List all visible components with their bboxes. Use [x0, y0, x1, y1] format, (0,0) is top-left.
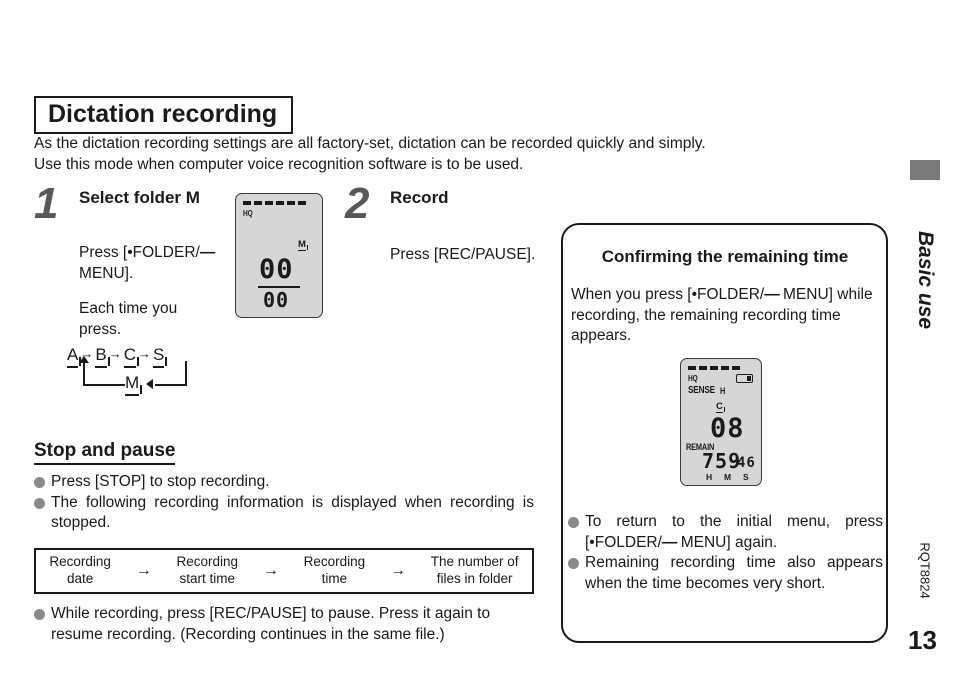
remaining-time-panel-paragraph: When you press [•FOLDER/— MENU] while re…: [571, 285, 881, 347]
lcd-remaining-hm: 759: [702, 449, 742, 473]
flow-cell-file-count: The number of files in folder: [429, 554, 521, 588]
intro-paragraph: As the dictation recording settings are …: [34, 133, 864, 176]
flow-cell-line: time: [321, 571, 348, 586]
lcd-sense-level: H: [720, 386, 726, 396]
step-1-number: 1: [34, 179, 59, 228]
flow-cell-line: Recording: [49, 554, 111, 570]
minus-glyph-icon: —: [199, 244, 215, 261]
lcd-secondary-digits: 00: [263, 288, 290, 312]
stop-and-pause-bullets: Press [STOP] to stop recording. The foll…: [34, 472, 534, 534]
flow-cell-line: date: [67, 571, 94, 586]
intro-line-1: As the dictation recording settings are …: [34, 135, 706, 152]
list-item: Press [STOP] to stop recording.: [34, 472, 534, 493]
folder-badge-s: S: [152, 345, 168, 368]
lcd-file-number: 08: [710, 413, 745, 444]
folder-badge-c: C: [123, 345, 140, 368]
lcd-display-remaining: HQ SENSE H C 08 REMAIN 759 46 H M S: [680, 358, 762, 486]
lcd-remaining-s: 46: [737, 455, 756, 471]
folder-badge-b: B: [95, 345, 111, 368]
lcd-folder-badge-c: C: [716, 401, 726, 413]
flow-arrow-icon: →: [135, 562, 152, 579]
flow-cell-recording-time: Recording time: [302, 554, 368, 588]
pause-bullets: While recording, press [REC/PAUSE] to pa…: [34, 604, 534, 645]
lcd-unit-m: M: [724, 472, 732, 482]
flow-cell-start-time: Recording start time: [175, 554, 241, 588]
remaining-time-panel-title: Confirming the remaining time: [601, 247, 849, 266]
loop-line-horizontal-right: [155, 384, 187, 386]
list-item: To return to the initial menu, press [•F…: [568, 512, 883, 553]
flow-cell-line: start time: [179, 571, 236, 586]
list-item: The following recording information is d…: [34, 493, 534, 534]
lcd-primary-digits: 00: [259, 254, 294, 285]
panel-bullet-1-post: MENU] again.: [676, 533, 778, 551]
flow-cell-line: files in folder: [436, 571, 513, 586]
section-tab-block: [910, 160, 940, 180]
flow-arrow-icon: →: [262, 562, 279, 579]
loop-line-left: [83, 361, 85, 386]
step-2-heading: Record: [390, 188, 449, 207]
flow-arrow-icon: →: [389, 562, 406, 579]
page-title: Dictation recording: [48, 100, 278, 128]
remaining-time-panel-bullets: To return to the initial menu, press [•F…: [568, 512, 883, 594]
lcd-unit-h: H: [706, 472, 713, 482]
manual-page: Dictation recording As the dictation rec…: [0, 0, 954, 677]
step-1-heading: Select folder M: [79, 188, 200, 207]
document-code-text: RQT8824: [917, 541, 933, 599]
step-2-instruction: Press [REC/PAUSE].: [390, 246, 536, 263]
lcd-unit-s: S: [743, 472, 749, 482]
loop-arrow-left-icon: [146, 379, 153, 389]
lcd-mode-label: HQ: [243, 209, 253, 218]
page-title-box: Dictation recording: [34, 96, 294, 135]
section-tab-title-text: Basic use: [914, 230, 937, 330]
minus-glyph-icon: —: [661, 533, 677, 551]
flow-cell-line: Recording: [176, 554, 239, 570]
folder-badge-a: A: [67, 345, 82, 368]
lcd-level-dashes-icon: [243, 201, 306, 205]
page-number: 13: [908, 625, 937, 655]
recording-info-flow-table: Recording date → Recording start time → …: [34, 548, 534, 594]
panel-paragraph-pre: When you press [•FOLDER/: [571, 286, 765, 303]
lcd-folder-badge-m: M: [298, 239, 309, 251]
step-1-instruction: Press [•FOLDER/— MENU].: [79, 243, 224, 284]
intro-line-2: Use this mode when computer voice recogn…: [34, 156, 524, 174]
section-tab-title: Basic use: [900, 195, 950, 365]
loop-arrow-up-icon: [79, 356, 89, 363]
lcd-level-dashes-icon: [688, 366, 740, 370]
step-2-number: 2: [345, 179, 370, 228]
minus-glyph-icon: —: [764, 286, 779, 303]
stop-and-pause-heading: Stop and pause: [34, 440, 176, 465]
step-1-instruction-pre: Press [•FOLDER/: [79, 244, 200, 261]
folder-badge-m: M: [125, 373, 143, 396]
lcd-display-step1: HQ M 00 00: [235, 193, 323, 318]
flow-cell-line: Recording: [303, 554, 366, 570]
loop-line-right: [185, 361, 187, 386]
flow-cell-line: The number of: [430, 554, 519, 570]
lcd-sense-label: SENSE: [688, 385, 715, 396]
step-1-instruction-post: MENU].: [79, 264, 134, 282]
list-item: While recording, press [REC/PAUSE] to pa…: [34, 604, 534, 645]
document-code: RQT8824: [900, 525, 950, 615]
flow-cell-recording-date: Recording date: [47, 554, 113, 588]
battery-icon: [736, 374, 753, 383]
list-item: Remaining recording time also appears wh…: [568, 553, 883, 594]
step-1-note: Each time you press.: [79, 300, 178, 338]
loop-line-horizontal-left: [83, 384, 125, 386]
folder-sequence-diagram: A → B → C → S M: [67, 345, 217, 396]
lcd-mode-label: HQ: [688, 374, 698, 383]
